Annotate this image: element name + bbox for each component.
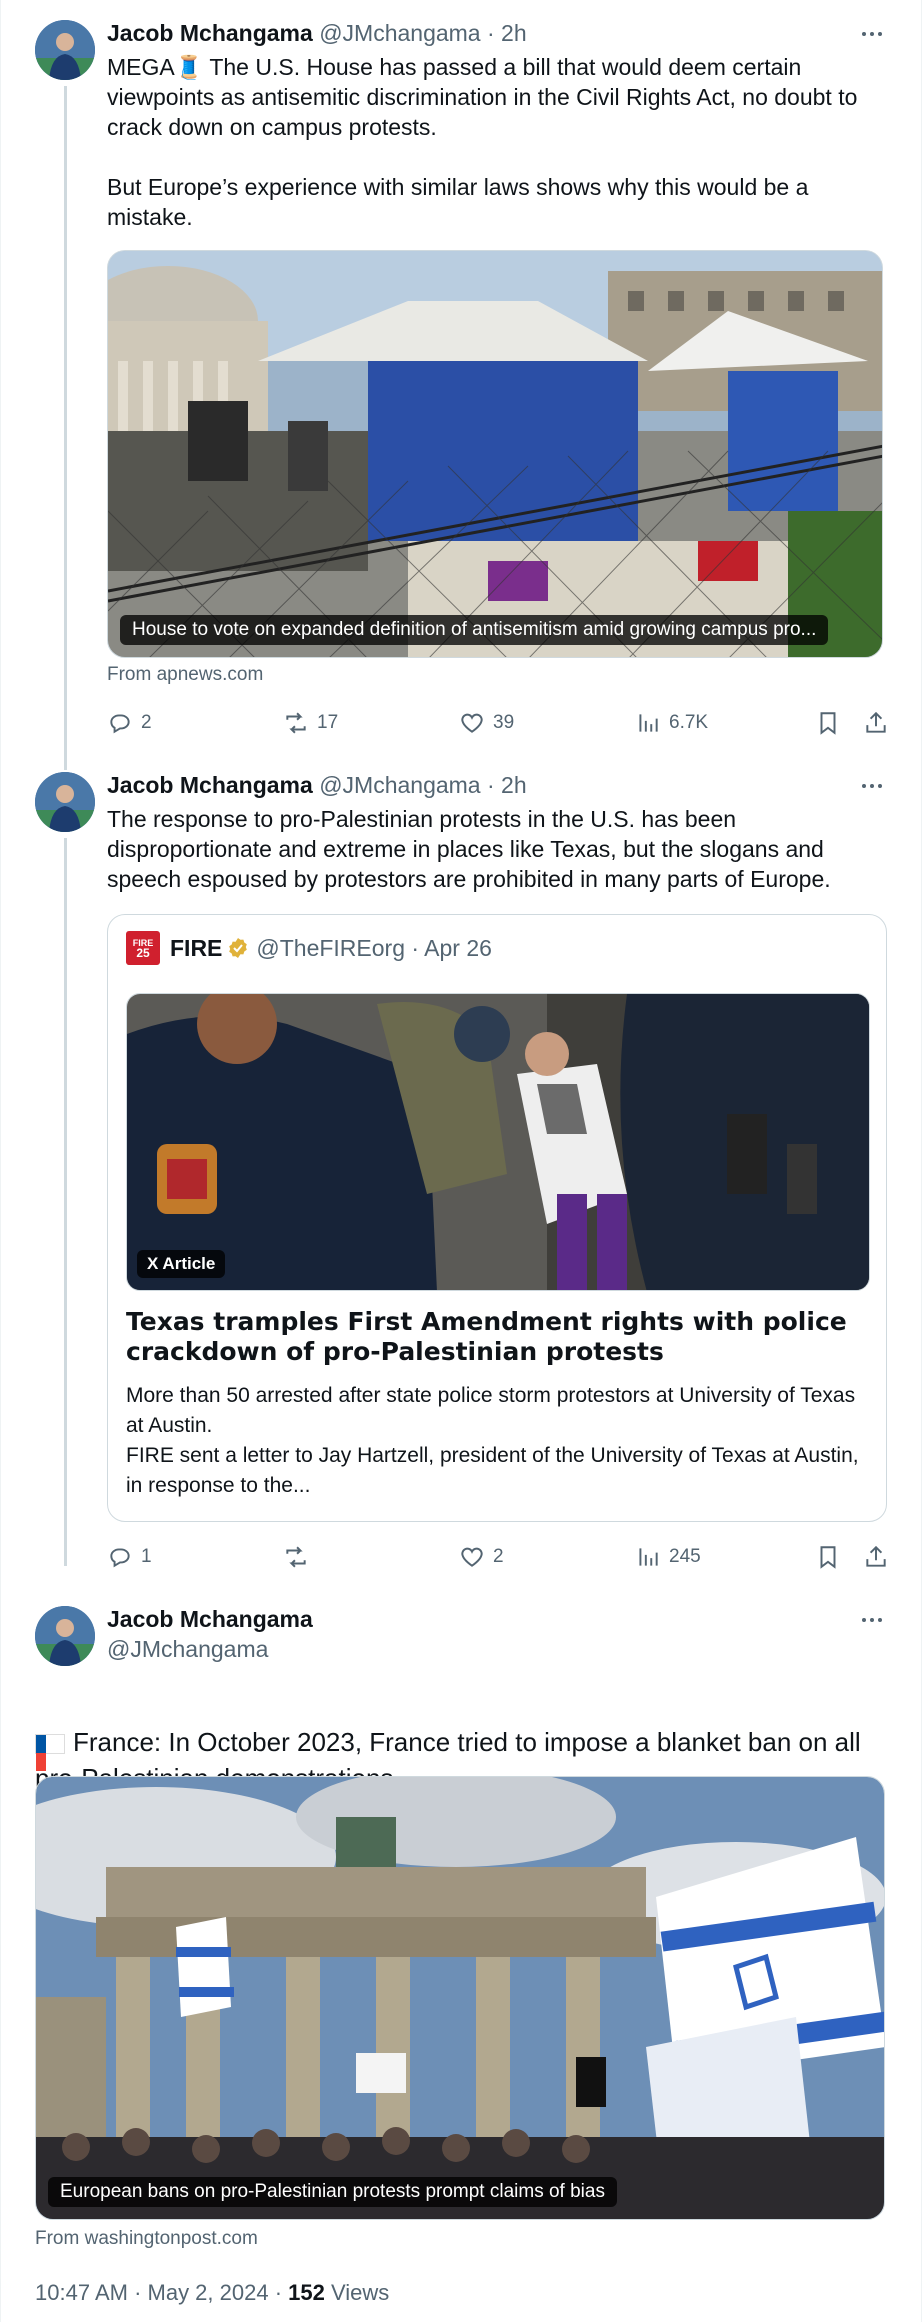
like-button[interactable]: 39 [459,708,514,738]
author-name-block: Jacob Mchangama [107,1606,313,1633]
share-icon [866,1545,886,1567]
author-handle[interactable]: @JMchangama [107,1636,268,1663]
heart-icon [461,713,483,733]
views-count: 6.7K [669,712,709,733]
repost-button[interactable] [283,1542,317,1572]
verified-badge-icon [229,938,248,958]
x-article-badge: X Article [137,1250,226,1278]
views-label: Views [324,2280,390,2305]
thread-line [64,838,67,1566]
more-options-icon[interactable] [857,774,887,798]
views-icon [639,1548,658,1566]
repost-count: 17 [317,712,339,733]
more-options-icon[interactable] [857,22,887,46]
views-button[interactable]: 6.7K [635,708,708,738]
author-handle[interactable]: @JMchangama [319,772,480,798]
tweet-text: MEGA🧵 The U.S. House has passed a bill t… [107,54,858,230]
tweet-time[interactable]: · 2h [487,772,527,798]
views-button[interactable]: 245 [635,1542,701,1572]
author-handle[interactable]: @JMchangama [319,20,480,46]
author-avatar[interactable] [35,1606,95,1666]
tweet-thread: Jacob Mchangama @JMchangama · 2h MEGA🧵 T… [0,0,922,2322]
author-name[interactable]: Jacob Mchangama [107,20,313,46]
author-name[interactable]: Jacob Mchangama [107,1606,313,1633]
repost-button[interactable]: 17 [283,708,338,738]
bookmark-icon [820,1546,836,1569]
tweet-time[interactable]: · 2h [487,20,527,46]
reply-icon [110,714,130,734]
share-button[interactable] [863,1542,897,1572]
author-avatar[interactable] [35,772,95,832]
campus-encampment-photo [108,251,882,657]
quoted-tweet[interactable]: FIRE 25 FIRE @TheFIREorg · Apr 26 X Arti… [107,914,887,1522]
author-name[interactable]: Jacob Mchangama [107,772,313,798]
tweet-header: Jacob Mchangama @JMchangama · 2h [107,772,527,799]
reply-button[interactable]: 2 [107,708,152,738]
tweet-actions: 1 2 245 [107,1542,897,1572]
tweet-timestamp-line: 10:47 AM · May 2, 2024 · 152 Views [35,2280,389,2306]
bookmark-button[interactable] [815,708,849,738]
tweet-header: Jacob Mchangama @JMchangama · 2h [107,20,527,47]
views-icon [639,714,658,732]
like-button[interactable]: 2 [459,1542,504,1572]
more-options-icon[interactable] [857,1608,887,1632]
card-source[interactable]: From washingtonpost.com [35,2228,258,2250]
views-count: 152 [288,2280,325,2305]
tweet-text: The response to pro-Palestinian protests… [107,806,831,892]
repost-icon [286,712,306,734]
link-card-image[interactable]: European bans on pro-Palestinian protest… [35,1776,885,2220]
reply-icon [110,1548,130,1568]
reply-count: 2 [141,712,152,733]
author-avatar[interactable] [35,20,95,80]
article-title[interactable]: Texas tramples First Amendment rights wi… [126,1307,870,1367]
like-count: 39 [493,712,515,733]
tweet-timestamp[interactable]: 10:47 AM · May 2, 2024 · [35,2280,288,2305]
card-caption: House to vote on expanded definition of … [120,615,829,645]
share-button[interactable] [863,708,897,738]
share-icon [866,711,886,733]
quoted-author-name[interactable]: FIRE [170,935,222,962]
link-card-image[interactable]: House to vote on expanded definition of … [107,250,883,658]
quoted-handle-time[interactable]: @TheFIREorg · Apr 26 [256,935,492,962]
heart-icon [461,1547,483,1567]
quoted-tweet-header: FIRE 25 FIRE @TheFIREorg · Apr 26 [126,931,492,965]
reply-count: 1 [141,1546,152,1567]
fire-logo: FIRE 25 [126,931,160,965]
police-arrest-photo [127,994,869,1290]
thread-line [64,86,67,770]
card-source[interactable]: From apnews.com [107,664,263,686]
repost-icon [286,1546,306,1568]
views-count: 245 [669,1546,701,1567]
bookmark-icon [820,712,836,735]
brandenburg-gate-photo [36,1777,884,2219]
tweet-actions: 2 17 39 6.7K [107,708,897,738]
article-image[interactable]: X Article [126,993,870,1291]
card-caption: European bans on pro-Palestinian protest… [48,2177,617,2207]
france-flag-icon [35,1734,65,1771]
like-count: 2 [493,1546,504,1567]
reply-button[interactable]: 1 [107,1542,152,1572]
author-handle-block: @JMchangama [107,1636,268,1663]
article-description: More than 50 arrested after state police… [126,1384,859,1497]
fire-logo-number: 25 [136,946,150,960]
bookmark-button[interactable] [815,1542,849,1572]
